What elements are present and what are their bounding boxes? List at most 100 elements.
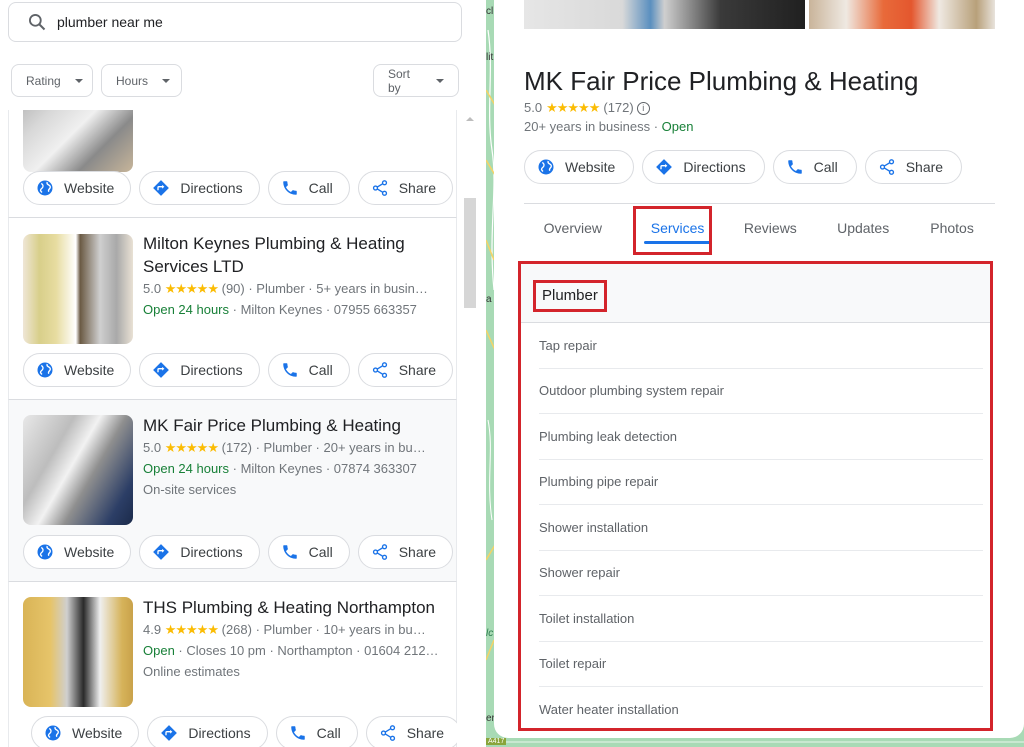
- service-item: Plumbing pipe repair: [539, 460, 983, 505]
- result-rating-line: 4.9 ★★★★★ (268) · Plumber · 10+ years in…: [143, 619, 446, 640]
- open-status: Open: [143, 643, 175, 658]
- directions-icon: [152, 179, 170, 197]
- website-button[interactable]: Website: [23, 171, 132, 205]
- call-button[interactable]: Call: [275, 716, 358, 747]
- directions-label: Directions: [180, 180, 243, 196]
- directions-button[interactable]: Directions: [147, 716, 268, 747]
- result-extra: Online estimates: [143, 664, 240, 679]
- scroll-up-arrow-icon[interactable]: [466, 117, 474, 121]
- place-photo[interactable]: [524, 0, 805, 29]
- share-icon: [878, 158, 896, 176]
- tab-overview[interactable]: Overview: [524, 204, 622, 252]
- services-section: Plumber Tap repair Outdoor plumbing syste…: [518, 261, 993, 731]
- rating-filter-label: Rating: [26, 73, 61, 88]
- tab-reviews[interactable]: Reviews: [723, 204, 817, 252]
- service-item: Toilet repair: [539, 642, 983, 687]
- website-button[interactable]: Website: [31, 716, 140, 747]
- star-rating-icon: ★★★★★: [164, 440, 219, 455]
- results-scrollbar[interactable]: [463, 110, 477, 747]
- tab-updates[interactable]: Updates: [817, 204, 909, 252]
- directions-icon: [152, 543, 170, 561]
- result-status-line: Open 24 hours · Milton Keynes · 07955 66…: [143, 299, 446, 320]
- search-icon[interactable]: [27, 12, 47, 32]
- services-tab-highlight: [633, 206, 712, 255]
- website-button[interactable]: Website: [23, 353, 132, 387]
- result-card-selected[interactable]: MK Fair Price Plumbing & Heating 5.0 ★★★…: [8, 400, 457, 582]
- scrollbar-thumb[interactable]: [464, 198, 476, 308]
- globe-icon: [36, 179, 54, 197]
- open-status: Open: [661, 119, 694, 134]
- services-category-label: Plumber: [533, 280, 607, 312]
- location-phone: · Milton Keynes · 07955 663357: [229, 302, 417, 317]
- map-label: a: [486, 294, 492, 305]
- result-photo[interactable]: [23, 110, 133, 172]
- review-count: (90): [221, 281, 245, 296]
- rating-value: 5.0: [143, 440, 162, 455]
- service-item: Water heater installation: [539, 702, 679, 718]
- star-rating-icon: ★★★★★: [164, 622, 219, 637]
- map-label: lc: [486, 628, 494, 639]
- sort-by-dropdown[interactable]: Sort by: [373, 64, 459, 97]
- tab-photos[interactable]: Photos: [909, 204, 995, 252]
- result-photo[interactable]: [23, 597, 133, 707]
- share-button[interactable]: Share: [357, 171, 454, 205]
- result-card-partial[interactable]: Website Directions Call Share: [8, 110, 457, 218]
- share-label: Share: [406, 725, 445, 741]
- service-item: Toilet installation: [539, 596, 983, 642]
- directions-button[interactable]: Directions: [642, 150, 765, 184]
- result-status-line: Open 24 hours · Milton Keynes · 07874 36…: [143, 458, 446, 479]
- call-label: Call: [308, 544, 333, 560]
- result-title[interactable]: Milton Keynes Plumbing & Heating Service…: [143, 232, 446, 278]
- share-icon: [371, 361, 389, 379]
- directions-button[interactable]: Directions: [139, 535, 260, 569]
- result-title[interactable]: THS Plumbing & Heating Northampton: [143, 596, 446, 619]
- place-title: MK Fair Price Plumbing & Heating: [524, 66, 919, 96]
- website-button[interactable]: Website: [23, 535, 132, 569]
- share-button[interactable]: Share: [365, 716, 457, 747]
- place-rating-line: 5.0 ★★★★★ (172) i: [524, 98, 650, 118]
- chevron-down-icon: [74, 78, 83, 83]
- directions-button[interactable]: Directions: [139, 171, 260, 205]
- share-button[interactable]: Share: [864, 150, 963, 184]
- call-button[interactable]: Call: [267, 353, 350, 387]
- open-status: Open 24 hours: [143, 461, 230, 476]
- globe-icon: [44, 724, 62, 742]
- result-status-line: Open · Closes 10 pm · Northampton · 0160…: [143, 640, 446, 661]
- share-label: Share: [398, 544, 437, 560]
- directions-icon: [160, 724, 178, 742]
- result-card[interactable]: THS Plumbing & Heating Northampton 4.9 ★…: [8, 582, 457, 747]
- results-list: Website Directions Call Share Milton Key…: [8, 110, 457, 747]
- call-button[interactable]: Call: [772, 150, 857, 184]
- website-button[interactable]: Website: [524, 150, 635, 184]
- review-count: (172): [221, 440, 252, 455]
- call-button[interactable]: Call: [267, 171, 350, 205]
- hours-filter[interactable]: Hours: [101, 64, 182, 97]
- category-years: · Plumber · 5+ years in busin…: [244, 281, 428, 296]
- search-input[interactable]: [57, 14, 437, 30]
- share-button[interactable]: Share: [357, 535, 454, 569]
- place-photo[interactable]: [809, 0, 995, 29]
- info-icon[interactable]: i: [636, 101, 650, 115]
- rating-filter[interactable]: Rating: [11, 64, 93, 97]
- result-title[interactable]: MK Fair Price Plumbing & Heating: [143, 414, 446, 437]
- open-status: Open 24 hours: [143, 302, 230, 317]
- globe-icon: [537, 158, 555, 176]
- share-button[interactable]: Share: [357, 353, 454, 387]
- result-rating-line: 5.0 ★★★★★ (90) · Plumber · 5+ years in b…: [143, 278, 446, 299]
- map-road-label: A417: [486, 738, 507, 745]
- result-card[interactable]: Milton Keynes Plumbing & Heating Service…: [8, 218, 457, 400]
- search-box[interactable]: [8, 2, 462, 42]
- review-count[interactable]: (172): [603, 98, 633, 118]
- phone-icon: [281, 179, 299, 197]
- directions-button[interactable]: Directions: [139, 353, 260, 387]
- map-label: cl: [486, 6, 494, 17]
- service-item: Shower installation: [539, 505, 983, 551]
- share-icon: [371, 179, 389, 197]
- call-label: Call: [308, 362, 333, 378]
- result-rating-line: 5.0 ★★★★★ (172) · Plumber · 20+ years in…: [143, 437, 446, 458]
- service-item: Tap repair: [539, 323, 983, 369]
- call-button[interactable]: Call: [267, 535, 350, 569]
- result-photo[interactable]: [23, 415, 133, 525]
- website-label: Website: [64, 544, 115, 560]
- result-photo[interactable]: [23, 234, 133, 344]
